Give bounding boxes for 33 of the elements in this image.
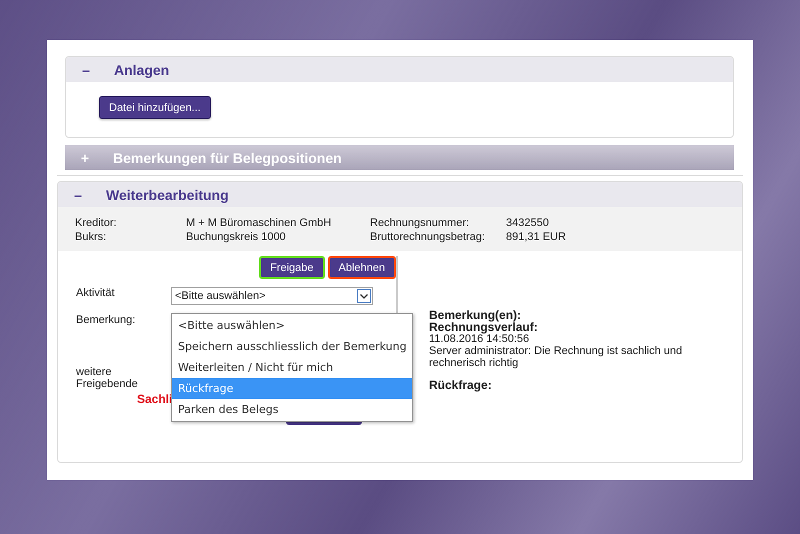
chevron-down-icon	[360, 294, 368, 298]
section-title: Bemerkungen für Belegpositionen	[112, 150, 342, 166]
dropdown-option[interactable]: <Bitte auswählen>	[172, 315, 412, 336]
dropdown-option[interactable]: Parken des Belegs	[172, 399, 412, 420]
section-title: Anlagen	[113, 62, 170, 78]
info-value: 3432550	[506, 216, 550, 230]
history-heading: Rückfrage:	[429, 378, 493, 392]
activity-select[interactable]: <Bitte auswählen>	[171, 287, 373, 305]
info-label: Bruttorechnungsbetrag:	[370, 230, 486, 244]
history-heading: Rechnungsverlauf:	[429, 321, 539, 333]
toggle-icon[interactable]: –	[58, 186, 96, 202]
info-label: Kreditor:	[75, 216, 118, 230]
toggle-icon[interactable]: –	[66, 62, 104, 78]
info-value: Buchungskreis 1000	[186, 230, 287, 244]
info-value: M + M Büromaschinen GmbH	[186, 216, 332, 230]
dropdown-option[interactable]: Speichern ausschliesslich der Bemerkung	[172, 336, 412, 357]
warning-text: Sachli	[137, 392, 174, 406]
info-label: Bukrs:	[75, 230, 108, 244]
add-file-button[interactable]: Datei hinzufügen...	[99, 96, 211, 119]
history-text: 11.08.2016 14:50:56	[429, 333, 530, 345]
dropdown-option[interactable]: Weiterleiten / Nicht für mich	[172, 357, 412, 378]
field-label: weitere Freigebende	[75, 366, 139, 390]
section-title: Weiterbearbeitung	[105, 186, 229, 202]
info-value: 891,31 EUR	[506, 230, 567, 244]
field-label: Aktivität	[75, 287, 116, 299]
history-heading: Bemerkung(en):	[429, 309, 522, 321]
section-header[interactable]: – Weiterbearbeitung	[58, 182, 742, 207]
action-button[interactable]: Ablehnen	[328, 256, 396, 279]
section-header[interactable]: – Anlagen	[66, 57, 733, 82]
info-label: Rechnungsnummer:	[370, 216, 470, 230]
history-text: Server administrator: Die Rechnung ist sachlich und rechnerisch richtig	[429, 345, 684, 369]
field-label: Bemerkung:	[75, 314, 136, 326]
action-button[interactable]: Freigabe	[259, 256, 324, 279]
